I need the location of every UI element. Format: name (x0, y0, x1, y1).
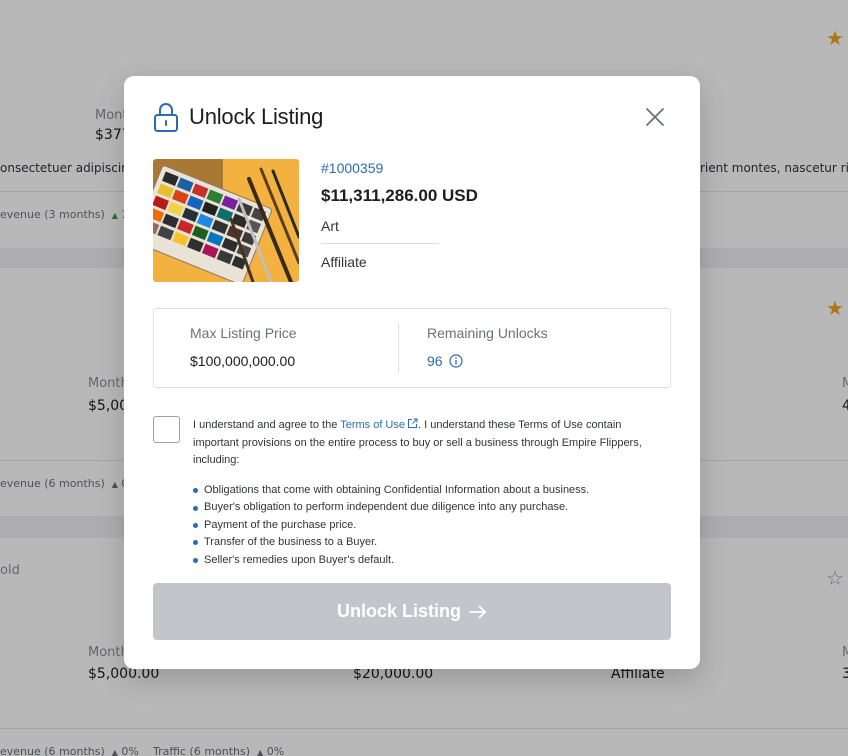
list-item: Payment of the purchase price. (193, 517, 653, 534)
terms-bullet-list: Obligations that come with obtaining Con… (193, 482, 653, 569)
listing-price: $11,311,286.00 USD (321, 186, 478, 205)
terms-agree-checkbox[interactable] (153, 416, 180, 443)
list-item: Obligations that come with obtaining Con… (193, 482, 653, 499)
terms-text: I understand and agree to the Terms of U… (193, 418, 642, 466)
unlock-listing-modal: Unlock Listing #1000359 $11,311,286.00 U… (124, 76, 700, 669)
unlock-listing-button[interactable]: Unlock Listing (153, 583, 671, 640)
listing-info: #1000359 $11,311,286.00 USD Art Affiliat… (321, 160, 561, 270)
close-icon[interactable] (644, 106, 666, 128)
listing-id-link[interactable]: #1000359 (321, 160, 561, 176)
modal-title: Unlock Listing (189, 104, 324, 129)
lock-icon (154, 103, 178, 132)
list-item: Buyer's obligation to perform independen… (193, 499, 653, 516)
listing-category: Art (321, 218, 439, 244)
remaining-unlocks-stat: Remaining Unlocks 96 (427, 309, 647, 387)
remaining-unlocks-label: Remaining Unlocks (427, 325, 548, 341)
list-item: Seller's remedies upon Buyer's default. (193, 552, 653, 569)
unlock-listing-button-label: Unlock Listing (336, 601, 461, 621)
max-listing-price-stat: Max Listing Price $100,000,000.00 (190, 309, 390, 387)
arrow-right-icon (469, 605, 486, 618)
modal-header: Unlock Listing (153, 102, 323, 132)
unlock-stats-box: Max Listing Price $100,000,000.00 Remain… (153, 308, 671, 388)
external-link-icon (408, 418, 418, 428)
max-listing-price-value: $100,000,000.00 (190, 353, 296, 369)
terms-of-use-link[interactable]: Terms of Use (340, 418, 418, 431)
max-listing-price-label: Max Listing Price (190, 325, 297, 341)
list-item: Transfer of the business to a Buyer. (193, 534, 653, 551)
remaining-unlocks-value: 96 (427, 353, 647, 369)
listing-thumbnail (153, 159, 299, 282)
info-icon[interactable] (448, 354, 463, 368)
listing-model: Affiliate (321, 254, 367, 270)
